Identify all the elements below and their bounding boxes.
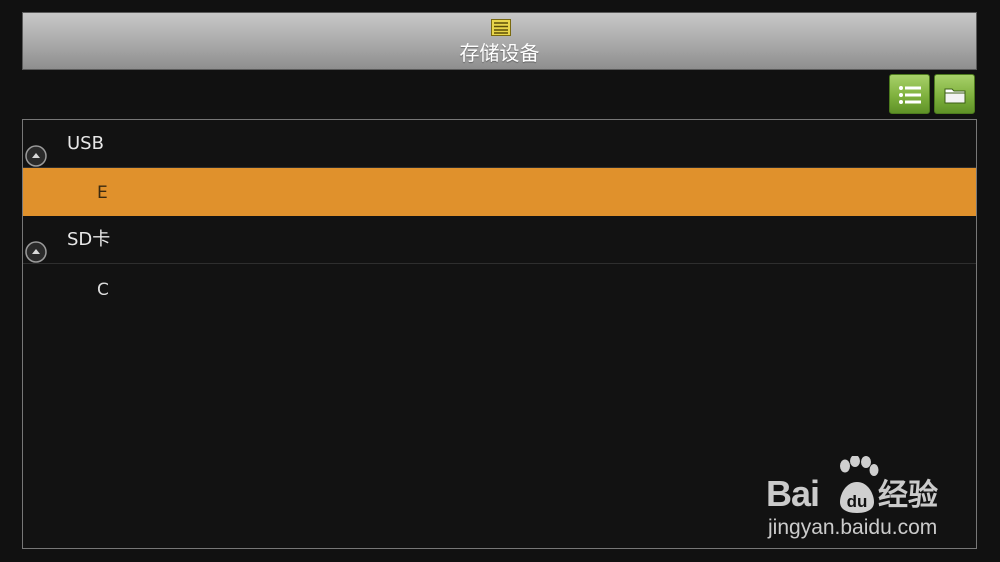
svg-text:du: du <box>847 492 868 511</box>
list-view-icon <box>899 86 921 104</box>
watermark-url: jingyan.baidu.com <box>768 516 938 539</box>
folder-view-button[interactable] <box>934 74 975 114</box>
group-usb[interactable]: USB <box>23 120 976 168</box>
title-bar: 存储设备 <box>22 12 977 70</box>
device-label: C <box>97 280 109 300</box>
folder-icon <box>944 88 966 104</box>
du-paw-icon: du <box>840 482 874 513</box>
watermark-jingyan: 经验 <box>878 478 938 513</box>
device-item-c[interactable]: C <box>23 265 976 313</box>
group-sd-card[interactable]: SD卡 <box>23 216 976 264</box>
baidu-jingyan-watermark: Bai du 经验 jingyan.baidu.com <box>766 456 966 546</box>
collapse-up-icon[interactable] <box>24 240 48 264</box>
device-label: E <box>97 183 108 203</box>
group-label: USB <box>67 133 104 154</box>
list-view-button[interactable] <box>889 74 930 114</box>
collapse-up-icon[interactable] <box>24 144 48 168</box>
group-label: SD卡 <box>67 229 111 250</box>
list-document-icon <box>491 19 511 36</box>
storage-devices-screen: 存储设备 USB E SD卡 C Bai du 经验 jingyan.baidu… <box>0 0 1000 562</box>
page-title: 存储设备 <box>459 41 540 65</box>
device-item-e[interactable]: E <box>23 168 976 216</box>
